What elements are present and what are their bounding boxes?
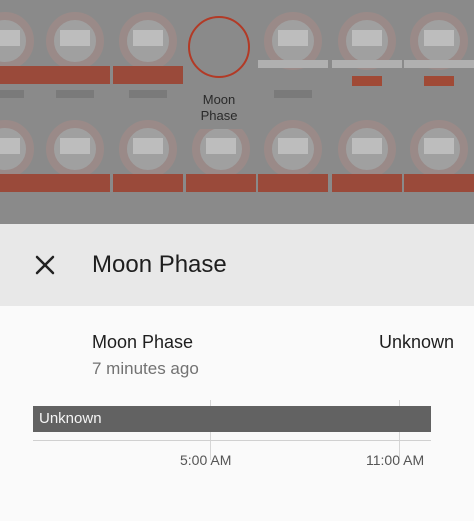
dashboard-tile[interactable] bbox=[258, 118, 328, 208]
moon-phase-tile-label-line2: Phase bbox=[200, 108, 238, 123]
dashboard-tile[interactable] bbox=[404, 118, 474, 208]
dashboard-tile[interactable] bbox=[332, 10, 402, 100]
timeline-axis bbox=[33, 440, 431, 441]
dashboard-tile[interactable] bbox=[0, 118, 40, 208]
timeline-segment[interactable]: Unknown bbox=[33, 406, 431, 432]
close-icon bbox=[35, 255, 55, 275]
entity-name: Moon Phase bbox=[92, 332, 194, 352]
dialog-title: Moon Phase bbox=[92, 251, 227, 278]
dashboard-tile[interactable] bbox=[113, 10, 183, 100]
entity-state: Unknown bbox=[378, 332, 454, 352]
timeline-segment-label: Unknown bbox=[39, 410, 102, 427]
close-button[interactable] bbox=[26, 246, 64, 284]
dialog-header: Moon Phase bbox=[0, 224, 474, 306]
dashboard-row bbox=[0, 118, 474, 218]
moon-phase-tile[interactable]: Moon Phase bbox=[184, 14, 254, 129]
moon-phase-ring-icon bbox=[188, 16, 250, 78]
dashboard-tile[interactable] bbox=[113, 118, 183, 208]
timeline-tick-label: 5:00 AM bbox=[180, 452, 232, 468]
more-info-dialog: Moon Phase Moon Phase Unknown 7 minutes … bbox=[0, 224, 474, 521]
dashboard-tile[interactable] bbox=[0, 10, 40, 100]
dashboard-tile[interactable] bbox=[186, 118, 256, 208]
dashboard-tile[interactable] bbox=[40, 118, 110, 208]
entity-last-changed: 7 minutes ago bbox=[92, 359, 199, 378]
moon-phase-tile-label: Moon Phase bbox=[184, 92, 254, 124]
dashboard-tile[interactable] bbox=[40, 10, 110, 100]
timeline-tick-label: 11:00 AM bbox=[366, 452, 425, 468]
dashboard-tile[interactable] bbox=[258, 10, 328, 100]
background-dashboard: Moon Phase bbox=[0, 0, 474, 224]
dashboard-tile[interactable] bbox=[332, 118, 402, 208]
history-timeline: Unknown 5:00 AM 11:00 AM bbox=[33, 400, 433, 468]
moon-phase-tile-label-line1: Moon bbox=[202, 92, 236, 107]
dashboard-tile[interactable] bbox=[404, 10, 474, 100]
